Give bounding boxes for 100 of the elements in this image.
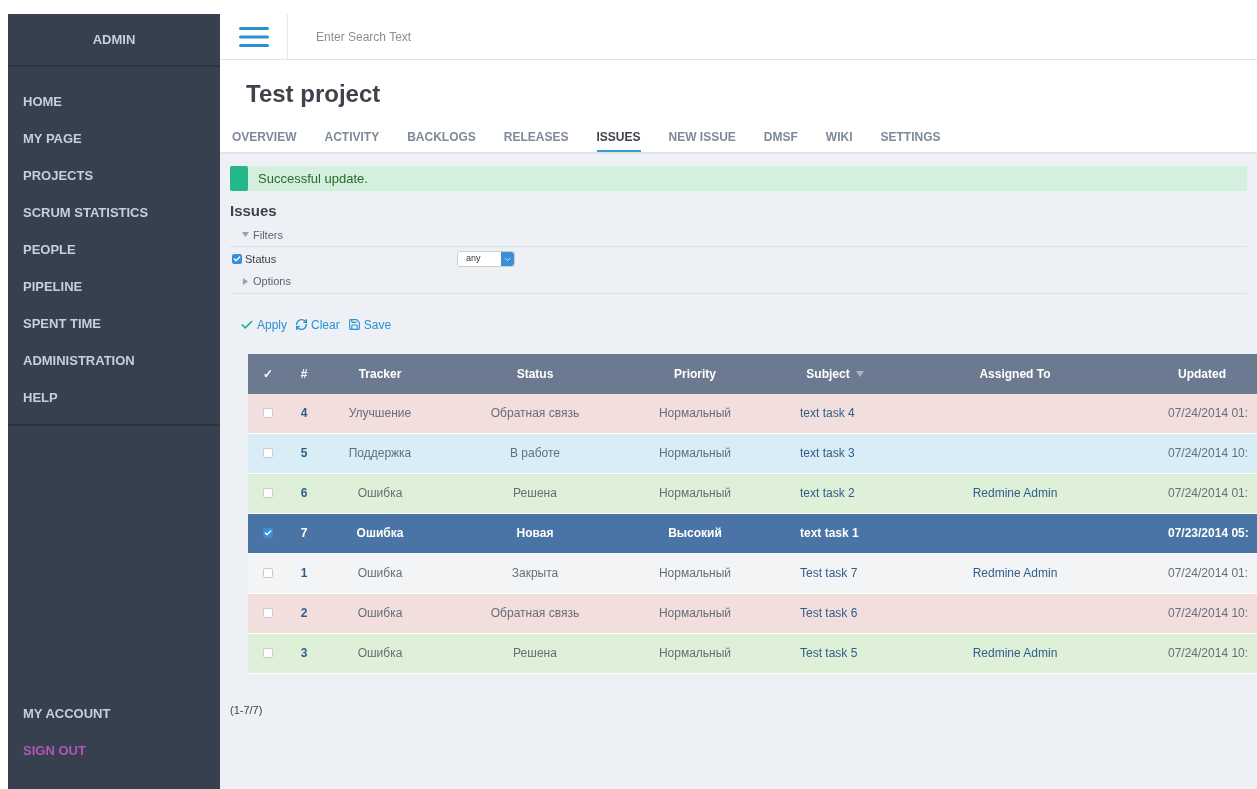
- issue-row[interactable]: 7 Ошибка Новая Высокий text task 1 07/23/2014 05:: [248, 513, 1257, 554]
- row-checkbox[interactable]: [263, 528, 273, 538]
- options-label[interactable]: Options: [253, 273, 291, 290]
- priority-cell-text: Высокий: [668, 525, 722, 542]
- pagination-info: (1-7/7): [230, 702, 264, 718]
- assignee-link[interactable]: Redmine Admin: [972, 484, 1058, 502]
- issue-row[interactable]: 2 Ошибка Обратная связь Нормальный Test task 6 07/24/2014 10:: [248, 593, 1257, 634]
- column-header[interactable]: Assigned To: [979, 364, 1051, 383]
- status-label: Status: [245, 251, 278, 267]
- refresh-icon: [295, 318, 309, 331]
- tab[interactable]: ISSUES: [596, 128, 641, 152]
- issues-heading: Issues: [230, 201, 278, 221]
- sidebar-item[interactable]: HELP: [8, 379, 220, 416]
- sidebar-item[interactable]: PEOPLE: [8, 231, 220, 268]
- sidebar-item[interactable]: SPENT TIME: [8, 305, 220, 342]
- updated-cell-text: 07/24/2014 10:: [1168, 605, 1249, 622]
- updated-cell-text: 07/24/2014 01:: [1168, 405, 1249, 422]
- sidebar-item[interactable]: PIPELINE: [8, 268, 220, 305]
- triangle-icon[interactable]: [242, 231, 249, 239]
- status-cell-text: Решена: [513, 485, 557, 502]
- row-checkbox[interactable]: [263, 488, 273, 498]
- column-header[interactable]: Priority: [674, 364, 716, 383]
- issue-id: 5: [300, 445, 308, 462]
- triangle-icon[interactable]: [242, 277, 249, 285]
- save-icon: [347, 318, 361, 331]
- column-header[interactable]: Tracker: [358, 364, 402, 383]
- column-header[interactable]: #: [300, 364, 308, 383]
- subject-link[interactable]: text task 1: [800, 524, 859, 542]
- action-link[interactable]: Apply: [240, 315, 288, 334]
- sidebar-item[interactable]: ADMINISTRATION: [8, 342, 220, 379]
- issue-id: 6: [300, 485, 308, 502]
- issue-row[interactable]: 4 Улучшение Обратная связь Нормальный text task 4 07/24/2014 01:: [248, 393, 1257, 434]
- subject-link[interactable]: Test task 5: [800, 644, 858, 662]
- priority-cell-text: Нормальный: [658, 485, 732, 502]
- sidebar-item[interactable]: SCRUM STATISTICS: [8, 194, 220, 231]
- subject-link[interactable]: text task 3: [800, 444, 855, 462]
- status-cell-text: Новая: [516, 525, 554, 542]
- priority-cell-text: Нормальный: [658, 445, 732, 462]
- updated-cell-text: 07/24/2014 10:: [1168, 645, 1249, 662]
- row-checkbox[interactable]: [263, 608, 273, 618]
- tab[interactable]: ACTIVITY: [324, 128, 380, 152]
- issue-id: 4: [300, 405, 308, 422]
- tracker-cell-text: Ошибка: [357, 485, 403, 502]
- sidebar-item[interactable]: MY PAGE: [8, 120, 220, 157]
- tab[interactable]: WIKI: [825, 128, 853, 152]
- issue-id: 3: [300, 645, 308, 662]
- banner-accent: [230, 166, 248, 191]
- status-checkbox[interactable]: [232, 254, 242, 264]
- priority-cell-text: Нормальный: [658, 565, 732, 582]
- column-header[interactable]: Updated: [1178, 364, 1226, 383]
- row-checkbox[interactable]: [263, 448, 273, 458]
- action-link[interactable]: Clear: [295, 315, 340, 334]
- subject-link[interactable]: Test task 7: [800, 564, 858, 582]
- row-checkbox[interactable]: [263, 648, 273, 658]
- issue-row[interactable]: 3 Ошибка Решена Нормальный Test task 5 Redmine Admin 07/24/2014 10:: [248, 633, 1257, 674]
- action-link[interactable]: Save: [347, 315, 392, 334]
- sidebar-item[interactable]: HOME: [8, 83, 220, 120]
- updated-cell-text: 07/24/2014 01:: [1168, 485, 1249, 502]
- issue-row[interactable]: 6 Ошибка Решена Нормальный text task 2 Redmine Admin 07/24/2014 01:: [248, 473, 1257, 514]
- tab[interactable]: BACKLOGS: [407, 128, 476, 152]
- subject-link[interactable]: text task 4: [800, 404, 855, 422]
- sidebar-title: ADMIN: [92, 30, 136, 49]
- sidebar-item[interactable]: MY ACCOUNT: [8, 695, 220, 732]
- success-message: Successful update.: [258, 169, 368, 188]
- row-checkbox[interactable]: [263, 568, 273, 578]
- tracker-cell-text: Улучшение: [348, 405, 412, 422]
- tab[interactable]: SETTINGS: [880, 128, 941, 152]
- priority-cell-text: Нормальный: [658, 605, 732, 622]
- assignee-link[interactable]: Redmine Admin: [972, 564, 1058, 582]
- tab[interactable]: RELEASES: [503, 128, 569, 152]
- tracker-cell-text: Ошибка: [356, 525, 404, 542]
- tracker-cell-text: Ошибка: [357, 645, 403, 662]
- updated-cell-text: 07/24/2014 10:: [1168, 445, 1249, 462]
- column-header[interactable]: Status: [516, 364, 554, 383]
- status-cell-text: Обратная связь: [490, 405, 580, 422]
- row-checkbox[interactable]: [263, 408, 273, 418]
- tab[interactable]: OVERVIEW: [232, 128, 297, 152]
- sort-icon: [855, 370, 864, 377]
- search-field[interactable]: Enter Search Text: [316, 27, 616, 46]
- column-header[interactable]: Subject: [806, 364, 850, 383]
- subject-link[interactable]: text task 2: [800, 484, 855, 502]
- filters-label[interactable]: Filters: [253, 226, 283, 243]
- subject-link[interactable]: Test task 6: [800, 604, 858, 622]
- issue-row[interactable]: 1 Ошибка Закрыта Нормальный Test task 7 Redmine Admin 07/24/2014 01:: [248, 553, 1257, 594]
- issue-id: 1: [300, 565, 308, 582]
- status-cell-text: В работе: [510, 445, 560, 462]
- status-cell-text: Обратная связь: [490, 605, 580, 622]
- assignee-link[interactable]: Redmine Admin: [972, 644, 1058, 662]
- status-select[interactable]: any: [457, 251, 515, 267]
- menu-icon[interactable]: [238, 25, 269, 48]
- sidebar-item[interactable]: PROJECTS: [8, 157, 220, 194]
- column-header[interactable]: ✓: [263, 364, 273, 383]
- tab[interactable]: NEW ISSUE: [668, 128, 736, 152]
- project-title: Test project: [245, 79, 382, 109]
- tracker-cell-text: Ошибка: [357, 605, 403, 622]
- tab[interactable]: DMSF: [763, 128, 798, 152]
- priority-cell-text: Нормальный: [658, 405, 732, 422]
- issue-row[interactable]: 5 Поддержка В работе Нормальный text task 3 07/24/2014 10:: [248, 433, 1257, 474]
- updated-cell-text: 07/23/2014 05:: [1168, 525, 1249, 542]
- updated-cell-text: 07/24/2014 01:: [1168, 565, 1249, 582]
